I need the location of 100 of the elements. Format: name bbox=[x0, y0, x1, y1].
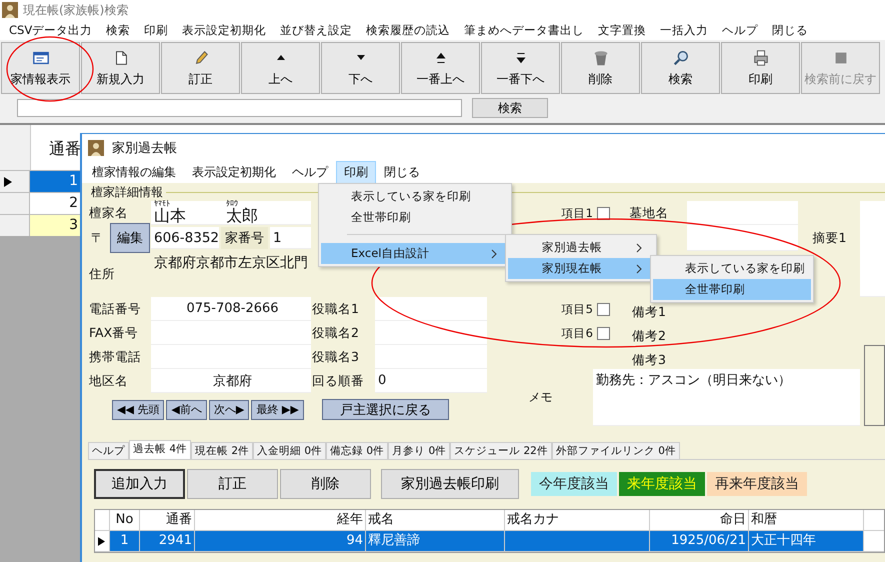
district-field[interactable]: 京都府 bbox=[151, 369, 311, 393]
tab[interactable]: ヘルプ bbox=[88, 442, 129, 459]
role-field[interactable] bbox=[375, 321, 487, 345]
field-label: 役職名2 bbox=[311, 324, 360, 342]
tab[interactable]: 外部ファイルリンク 0件 bbox=[552, 442, 680, 459]
field-label: 回る順番 bbox=[311, 372, 365, 390]
toolbar-button[interactable]: 訂正 bbox=[161, 42, 240, 94]
tab[interactable]: 月参り 0件 bbox=[388, 442, 450, 459]
menu-item[interactable]: 並び替え設定 bbox=[273, 22, 360, 38]
field-label: 檀家名 bbox=[88, 204, 129, 222]
menu-item[interactable]: 表示設定初期化 bbox=[175, 22, 274, 38]
menu-item[interactable]: 筆まめへデータ書出し bbox=[457, 22, 592, 38]
field-label: 住所 bbox=[88, 264, 116, 282]
table-cell[interactable]: 2 bbox=[30, 193, 80, 214]
toolbar-button[interactable]: 一番上へ bbox=[401, 42, 480, 94]
menu-item[interactable]: CSVデータ出力 bbox=[2, 22, 100, 38]
field-label: 備考3 bbox=[631, 351, 667, 369]
nav-button[interactable]: 次へ▶ bbox=[208, 400, 250, 420]
table-cell[interactable] bbox=[505, 531, 650, 551]
menu-item[interactable]: 檀家情報の編集 bbox=[84, 160, 184, 184]
menu-item[interactable]: 全世帯印刷 bbox=[321, 207, 509, 228]
memo-field[interactable]: 勤務先：アスコン（明日来ない） bbox=[593, 369, 860, 426]
action-button[interactable]: 訂正 bbox=[187, 469, 278, 499]
name-field[interactable]: ﾔﾏﾓﾄ 山本 ﾀﾛｳ 太郎 bbox=[151, 201, 311, 225]
table-cell[interactable]: 1 bbox=[30, 171, 80, 192]
toolbar-button[interactable]: 家情報表示 bbox=[1, 42, 80, 94]
down-arrow-icon bbox=[356, 54, 366, 60]
role-field[interactable] bbox=[375, 297, 487, 321]
app-icon bbox=[2, 2, 18, 18]
mobile-field[interactable] bbox=[151, 345, 311, 369]
tab[interactable]: 過去帳 4件 bbox=[129, 440, 192, 459]
column-header: 戒名カナ bbox=[505, 510, 650, 530]
field-label: 〒 bbox=[90, 230, 104, 246]
field-label: 備考1 bbox=[631, 303, 667, 321]
menu-item[interactable]: 印刷 bbox=[336, 160, 376, 184]
tab[interactable]: 現在帳 2件 bbox=[191, 442, 254, 459]
menu-item[interactable]: 全世帯印刷 bbox=[653, 279, 811, 300]
menu-item[interactable]: 家別過去帳 bbox=[508, 237, 654, 258]
checkbox-label: 項目5 bbox=[562, 302, 593, 316]
grave-field[interactable] bbox=[687, 201, 798, 225]
menu-item[interactable]: 一括入力 bbox=[653, 22, 716, 38]
legend-tag: 今年度該当 bbox=[531, 472, 617, 496]
toolbar-button[interactable]: 下へ bbox=[321, 42, 400, 94]
phone-field[interactable]: 075-708-2666 bbox=[151, 297, 311, 321]
grave-field[interactable] bbox=[687, 225, 798, 251]
summary-field[interactable] bbox=[860, 201, 885, 297]
role-field[interactable] bbox=[375, 345, 487, 369]
back-button[interactable]: 戸主選択に戻る bbox=[322, 399, 449, 420]
table-cell[interactable]: 3 bbox=[30, 215, 80, 236]
menu-item[interactable]: 文字置換 bbox=[591, 22, 654, 38]
tab[interactable]: 備忘録 0件 bbox=[326, 442, 388, 459]
row-header[interactable] bbox=[0, 171, 30, 192]
column-header: 戒名 bbox=[366, 510, 505, 530]
field-label: 備考2 bbox=[631, 327, 667, 345]
menu-item[interactable]: 検索 bbox=[99, 22, 138, 38]
tab[interactable]: 入金明細 0件 bbox=[253, 442, 326, 459]
field-label: メモ bbox=[528, 389, 554, 406]
field-label: FAX番号 bbox=[88, 324, 140, 342]
toolbar-button[interactable]: 印刷 bbox=[721, 42, 800, 94]
nav-button[interactable]: 最終 ▶▶ bbox=[251, 400, 304, 420]
menu-item[interactable]: 印刷 bbox=[137, 22, 176, 38]
checkbox[interactable] bbox=[597, 302, 610, 316]
menu-item[interactable]: ヘルプ bbox=[284, 160, 336, 184]
toolbar-button[interactable]: 一番下へ bbox=[481, 42, 560, 94]
postal-code-field[interactable]: 606-8352 bbox=[151, 227, 219, 249]
menu-item[interactable]: ヘルプ bbox=[715, 22, 766, 38]
toolbar-button[interactable]: 削除 bbox=[561, 42, 640, 94]
menu-item[interactable]: 検索履歴の読込 bbox=[359, 22, 458, 38]
tab[interactable]: スケジュール 22件 bbox=[450, 442, 552, 459]
checkbox[interactable] bbox=[597, 206, 610, 220]
print-button[interactable]: 家別過去帳印刷 bbox=[381, 469, 519, 499]
toolbar-button[interactable]: 検索 bbox=[641, 42, 720, 94]
house-number-field[interactable]: 1 bbox=[270, 227, 311, 249]
table-cell[interactable]: 大正十四年 bbox=[749, 531, 864, 551]
nav-button[interactable]: ◀前へ bbox=[166, 400, 207, 420]
menu-item[interactable]: 表示している家を印刷 bbox=[653, 258, 811, 279]
edit-button[interactable]: 編集 bbox=[110, 223, 150, 253]
table-cell[interactable]: 2941 bbox=[140, 531, 195, 551]
menu-item[interactable]: 表示している家を印刷 bbox=[321, 186, 509, 207]
action-button[interactable]: 追加入力 bbox=[94, 469, 185, 499]
app-icon bbox=[88, 140, 104, 156]
menu-item[interactable]: 閉じる bbox=[765, 22, 816, 38]
search-button[interactable]: 検索 bbox=[472, 98, 548, 118]
field-label: 地区名 bbox=[88, 372, 129, 390]
menu-item[interactable]: 表示設定初期化 bbox=[184, 160, 284, 184]
table-cell[interactable]: 1 bbox=[110, 531, 140, 551]
nav-button[interactable]: ◀◀ 先頭 bbox=[112, 400, 164, 420]
action-button[interactable]: 削除 bbox=[280, 469, 371, 499]
checkbox[interactable] bbox=[597, 326, 610, 340]
table-cell[interactable]: 釋尼善諦 bbox=[366, 531, 505, 551]
toolbar-button[interactable]: 新規入力 bbox=[81, 42, 160, 94]
column-header: 通番 bbox=[140, 510, 195, 530]
toolbar-button[interactable]: 上へ bbox=[241, 42, 320, 94]
order-field[interactable]: 0 bbox=[375, 369, 487, 393]
table-cell[interactable]: 94 bbox=[195, 531, 366, 551]
table-cell[interactable]: 1925/06/21 bbox=[650, 531, 749, 551]
menu-item[interactable]: 閉じる bbox=[376, 160, 428, 184]
printer-icon bbox=[752, 48, 770, 66]
search-field[interactable] bbox=[17, 99, 462, 117]
fax-field[interactable] bbox=[151, 321, 311, 345]
